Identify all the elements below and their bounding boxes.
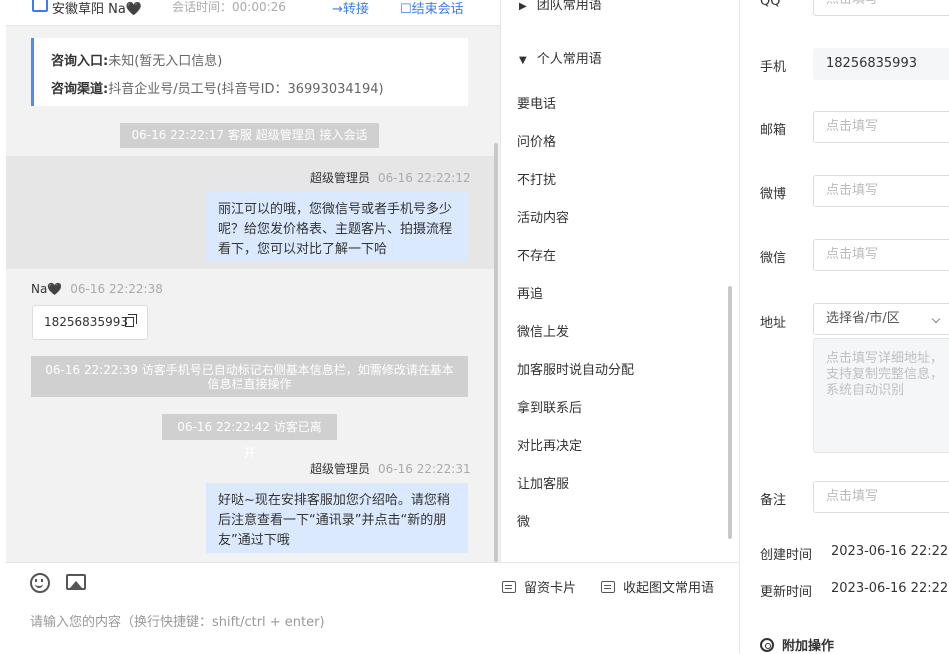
message-time: 06-16 22:22:12 [378, 171, 471, 185]
phrase-item[interactable]: 对比再决定 [517, 435, 582, 454]
weibo-field[interactable]: 点击填写 [813, 175, 949, 207]
message-icon [601, 581, 615, 593]
inquiry-info-card: 咨询入口:未知(暂无入口信息) 咨询渠道:抖音企业号/员工号(抖音号ID：369… [31, 38, 468, 106]
address-select-value: 选择省/市/区 [826, 311, 900, 326]
message-time: 06-16 22:22:31 [378, 462, 471, 476]
message-meta: Na🖤 06-16 22:22:38 [31, 282, 163, 296]
address-label: 地址 [760, 316, 787, 331]
extra-actions-button[interactable]: 附加操作 [760, 635, 834, 654]
phrase-item[interactable]: 微 [517, 511, 530, 530]
sender-name: 超级管理员 [310, 171, 371, 185]
remark-field[interactable]: 点击填写 [813, 481, 949, 513]
lead-card-label: 留资卡片 [524, 581, 577, 596]
phrase-item[interactable]: 问价格 [517, 131, 556, 150]
weibo-label: 微博 [760, 187, 787, 202]
phrase-item[interactable]: 微信上发 [517, 321, 569, 340]
message-input[interactable]: 请输入您的内容（换行快捷键：shift/ctrl + enter) [30, 611, 325, 630]
end-session-button[interactable]: ☐结束会话 [400, 0, 464, 17]
channel-label: 咨询渠道: [51, 82, 109, 97]
session-time: 会话时间：00:00:26 [172, 0, 286, 14]
qq-field[interactable]: 点击填写 [813, 0, 949, 16]
phrase-item[interactable]: 不存在 [517, 245, 556, 264]
entry-label: 咨询入口: [51, 54, 109, 69]
phrase-scrollbar[interactable] [728, 286, 732, 539]
personal-group-label: 个人常用语 [536, 52, 602, 67]
chevron-down-icon [931, 314, 941, 324]
extra-actions-label: 附加操作 [782, 639, 835, 654]
address-select[interactable]: 选择省/市/区 [813, 303, 949, 335]
channel-value: 抖音企业号/员工号(抖音号ID：36993034194) [108, 82, 384, 97]
system-message: 06-16 22:22:17 客服 超级管理员 接入会话 [120, 123, 379, 148]
system-message: 06-16 22:22:42 访客已离开 [162, 414, 337, 460]
personal-phrases-group[interactable]: ▼ 个人常用语 [519, 48, 602, 67]
transfer-button[interactable]: →转接 [332, 0, 369, 17]
phrase-item[interactable]: 拿到联系后 [517, 397, 582, 416]
phrase-item[interactable]: 不打扰 [517, 169, 556, 188]
address-detail-field[interactable]: 点击填写详细地址，支持复制完整信息，系统自动识别 [813, 338, 949, 453]
updated-time-value: 2023-06-16 22:22:3 [831, 581, 949, 596]
caret-down-icon: ▼ [519, 55, 527, 66]
emoji-icon[interactable] [30, 573, 50, 593]
card-icon [502, 581, 516, 593]
team-phrases-group[interactable]: ▶ 团队常用语 [519, 0, 602, 13]
lead-card-button[interactable]: 留资卡片 [502, 577, 576, 596]
chat-scrollbar[interactable] [494, 143, 498, 562]
chat-panel: 安徽草阳 Na🖤 会话时间：00:00:26 →转接 ☐结束会话 咨询入口:未知… [6, 0, 500, 562]
phrase-item[interactable]: 让加客服 [517, 473, 569, 492]
message-time: 06-16 22:22:38 [70, 282, 163, 296]
wechat-field[interactable]: 点击填写 [813, 239, 949, 271]
sender-name: 超级管理员 [310, 462, 371, 476]
visitor-phone-message[interactable]: 18256835993 [32, 305, 148, 340]
phrase-item[interactable]: 再追 [517, 283, 543, 302]
image-icon[interactable] [66, 574, 86, 590]
created-time-value: 2023-06-16 22:22:1 [831, 544, 949, 559]
quick-phrase-panel: ▶ 团队常用语 ▼ 个人常用语 要电话问价格不打扰活动内容不存在再追微信上发加客服时… [500, 0, 739, 562]
collapse-phrases-label: 收起图文常用语 [623, 581, 715, 596]
agent-message-bubble: 好哒~现在安排客服加您介绍哈。请您稍后注意查看一下“通讯录”并点击“新的朋友”通… [206, 483, 468, 553]
phrase-item[interactable]: 加客服时说自动分配 [517, 359, 634, 378]
updated-time-label: 更新时间 [760, 585, 813, 600]
copy-icon[interactable] [125, 314, 137, 327]
qq-label: QQ [760, 0, 781, 9]
team-group-label: 团队常用语 [536, 0, 602, 13]
caret-right-icon: ▶ [519, 1, 527, 12]
visitor-sender-name: Na🖤 [31, 282, 63, 296]
visitor-phone-text: 18256835993 [44, 315, 128, 329]
system-message: 06-16 22:22:39 访客手机号已自动标记右侧基本信息栏，如需修改请在基… [31, 356, 468, 397]
input-area: 留资卡片 收起图文常用语 请输入您的内容（换行快捷键：shift/ctrl + … [6, 562, 739, 654]
customer-info-panel: QQ 点击填写 手机 18256835993 邮箱 点击填写 微博 点击填写 微… [739, 0, 949, 654]
mobile-label: 手机 [760, 60, 787, 75]
monitor-icon [32, 0, 48, 12]
phrase-item[interactable]: 要电话 [517, 93, 556, 112]
gear-icon [760, 638, 774, 652]
phrase-item[interactable]: 活动内容 [517, 207, 569, 226]
email-label: 邮箱 [760, 123, 787, 138]
mobile-field[interactable]: 18256835993 [813, 48, 949, 80]
entry-value: 未知(暂无入口信息) [108, 54, 223, 69]
email-field[interactable]: 点击填写 [813, 111, 949, 143]
wechat-label: 微信 [760, 251, 787, 266]
created-time-label: 创建时间 [760, 548, 813, 563]
remark-label: 备注 [760, 493, 787, 508]
collapse-phrases-button[interactable]: 收起图文常用语 [601, 577, 714, 596]
message-meta: 超级管理员 06-16 22:22:31 [310, 460, 471, 477]
chat-header: 安徽草阳 Na🖤 会话时间：00:00:26 →转接 ☐结束会话 [6, 0, 500, 26]
agent-message-bubble: 丽江可以的哦，您微信号或者手机号多少呢？给您发价格表、主题客片、拍摄流程看下，您… [206, 192, 468, 262]
message-meta: 超级管理员 06-16 22:22:12 [310, 169, 471, 186]
visitor-name: 安徽草阳 Na🖤 [52, 2, 143, 17]
